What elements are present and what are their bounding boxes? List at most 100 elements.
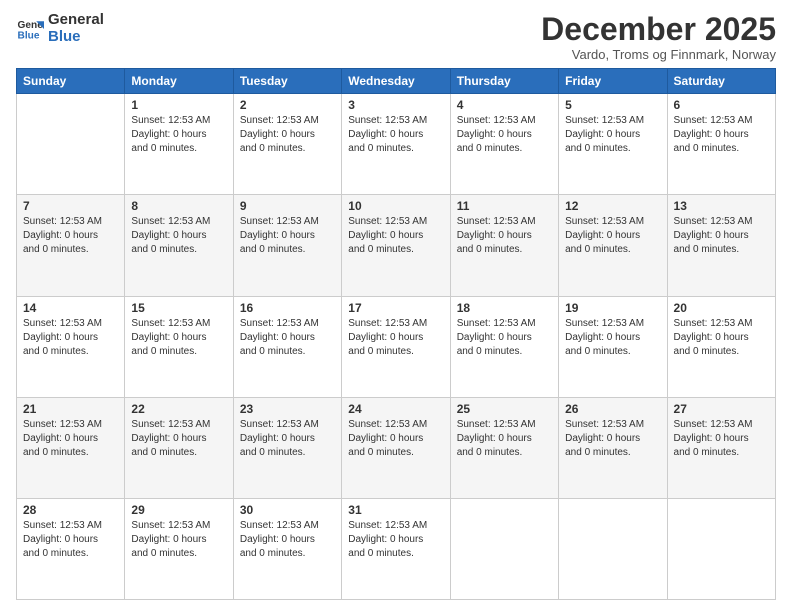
calendar-cell: 19 Sunset: 12:53 AM Daylight: 0 hours and… <box>559 296 667 397</box>
calendar-cell: 7 Sunset: 12:53 AM Daylight: 0 hours and … <box>17 195 125 296</box>
day-info: Sunset: 12:53 AM Daylight: 0 hours and 0… <box>240 317 335 359</box>
calendar-cell <box>667 498 775 599</box>
col-monday: Monday <box>125 69 233 94</box>
day-info: Sunset: 12:53 AM Daylight: 0 hours and 0… <box>23 317 118 359</box>
calendar-cell: 9 Sunset: 12:53 AM Daylight: 0 hours and … <box>233 195 341 296</box>
day-number: 11 <box>457 199 552 213</box>
calendar-table: Sunday Monday Tuesday Wednesday Thursday… <box>16 68 776 600</box>
calendar-cell: 21 Sunset: 12:53 AM Daylight: 0 hours and… <box>17 397 125 498</box>
calendar-cell: 25Sunset: 12:53 AM Daylight: 0 hours and… <box>450 397 558 498</box>
calendar-cell: 18 Sunset: 12:53 AM Daylight: 0 hours and… <box>450 296 558 397</box>
col-thursday: Thursday <box>450 69 558 94</box>
calendar-week-1: 1Sunset: 12:53 AM Daylight: 0 hours and … <box>17 94 776 195</box>
day-number: 19 <box>565 301 660 315</box>
calendar-cell: 27Sunset: 12:53 AM Daylight: 0 hours and… <box>667 397 775 498</box>
calendar-cell: 6Sunset: 12:53 AM Daylight: 0 hours and … <box>667 94 775 195</box>
day-number: 16 <box>240 301 335 315</box>
logo-line2: Blue <box>48 29 104 46</box>
day-info: Sunset: 12:53 AM Daylight: 0 hours and 0… <box>565 317 660 359</box>
day-info: Sunset: 12:53 AM Daylight: 0 hours and 0… <box>457 317 552 359</box>
day-info: Sunset: 12:53 AM Daylight: 0 hours and 0… <box>131 317 226 359</box>
calendar-cell: 10 Sunset: 12:53 AM Daylight: 0 hours and… <box>342 195 450 296</box>
day-number: 4 <box>457 98 552 112</box>
day-info: Sunset: 12:53 AM Daylight: 0 hours and 0… <box>240 418 335 460</box>
page: General Blue General Blue December 2025 … <box>0 0 792 612</box>
day-info: Sunset: 12:53 AM Daylight: 0 hours and 0… <box>565 215 660 257</box>
calendar-cell: 24Sunset: 12:53 AM Daylight: 0 hours and… <box>342 397 450 498</box>
day-info: Sunset: 12:53 AM Daylight: 0 hours and 0… <box>457 418 552 460</box>
calendar-week-5: 28 Sunset: 12:53 AM Daylight: 0 hours and… <box>17 498 776 599</box>
day-info: Sunset: 12:53 AM Daylight: 0 hours and 0… <box>23 418 118 460</box>
day-info: Sunset: 12:53 AM Daylight: 0 hours and 0… <box>348 317 443 359</box>
calendar-week-3: 14 Sunset: 12:53 AM Daylight: 0 hours and… <box>17 296 776 397</box>
logo-line1: General <box>48 12 104 29</box>
calendar-cell: 3 Sunset: 12:53 AM Daylight: 0 hours and … <box>342 94 450 195</box>
day-info: Sunset: 12:53 AM Daylight: 0 hours and 0… <box>131 519 226 561</box>
calendar-cell: 15 Sunset: 12:53 AM Daylight: 0 hours and… <box>125 296 233 397</box>
day-number: 24 <box>348 402 443 416</box>
calendar-cell: 13Sunset: 12:53 AM Daylight: 0 hours and… <box>667 195 775 296</box>
calendar-cell: 14 Sunset: 12:53 AM Daylight: 0 hours and… <box>17 296 125 397</box>
calendar-cell: 2Sunset: 12:53 AM Daylight: 0 hours and … <box>233 94 341 195</box>
calendar-cell <box>450 498 558 599</box>
calendar-cell: 22 Sunset: 12:53 AM Daylight: 0 hours and… <box>125 397 233 498</box>
col-friday: Friday <box>559 69 667 94</box>
calendar-cell: 5 Sunset: 12:53 AM Daylight: 0 hours and … <box>559 94 667 195</box>
calendar-cell: 29Sunset: 12:53 AM Daylight: 0 hours and… <box>125 498 233 599</box>
day-number: 31 <box>348 503 443 517</box>
calendar-cell: 8Sunset: 12:53 AM Daylight: 0 hours and … <box>125 195 233 296</box>
col-wednesday: Wednesday <box>342 69 450 94</box>
col-sunday: Sunday <box>17 69 125 94</box>
day-number: 9 <box>240 199 335 213</box>
header: General Blue General Blue December 2025 … <box>16 12 776 62</box>
calendar-cell: 12 Sunset: 12:53 AM Daylight: 0 hours and… <box>559 195 667 296</box>
day-info: Sunset: 12:53 AM Daylight: 0 hours and 0… <box>240 519 335 561</box>
col-tuesday: Tuesday <box>233 69 341 94</box>
day-number: 7 <box>23 199 118 213</box>
day-info: Sunset: 12:53 AM Daylight: 0 hours and 0… <box>674 215 769 257</box>
logo: General Blue General Blue <box>16 12 104 45</box>
calendar-cell: 26Sunset: 12:53 AM Daylight: 0 hours and… <box>559 397 667 498</box>
day-info: Sunset: 12:53 AM Daylight: 0 hours and 0… <box>348 215 443 257</box>
day-number: 10 <box>348 199 443 213</box>
title-block: December 2025 Vardo, Troms og Finnmark, … <box>541 12 776 62</box>
day-number: 21 <box>23 402 118 416</box>
calendar-cell: 17 Sunset: 12:53 AM Daylight: 0 hours and… <box>342 296 450 397</box>
day-info: Sunset: 12:53 AM Daylight: 0 hours and 0… <box>674 418 769 460</box>
calendar-header-row: Sunday Monday Tuesday Wednesday Thursday… <box>17 69 776 94</box>
calendar-cell <box>559 498 667 599</box>
day-number: 14 <box>23 301 118 315</box>
day-number: 28 <box>23 503 118 517</box>
calendar-cell: 30 Sunset: 12:53 AM Daylight: 0 hours and… <box>233 498 341 599</box>
day-number: 26 <box>565 402 660 416</box>
day-number: 20 <box>674 301 769 315</box>
calendar-cell: 1Sunset: 12:53 AM Daylight: 0 hours and … <box>125 94 233 195</box>
day-number: 3 <box>348 98 443 112</box>
svg-text:Blue: Blue <box>18 30 40 41</box>
day-number: 17 <box>348 301 443 315</box>
day-number: 6 <box>674 98 769 112</box>
day-info: Sunset: 12:53 AM Daylight: 0 hours and 0… <box>240 114 335 156</box>
day-info: Sunset: 12:53 AM Daylight: 0 hours and 0… <box>131 418 226 460</box>
calendar-week-2: 7 Sunset: 12:53 AM Daylight: 0 hours and … <box>17 195 776 296</box>
location-subtitle: Vardo, Troms og Finnmark, Norway <box>541 47 776 62</box>
day-number: 8 <box>131 199 226 213</box>
calendar-cell: 23Sunset: 12:53 AM Daylight: 0 hours and… <box>233 397 341 498</box>
calendar-week-4: 21 Sunset: 12:53 AM Daylight: 0 hours and… <box>17 397 776 498</box>
col-saturday: Saturday <box>667 69 775 94</box>
day-number: 22 <box>131 402 226 416</box>
day-info: Sunset: 12:53 AM Daylight: 0 hours and 0… <box>457 114 552 156</box>
day-info: Sunset: 12:53 AM Daylight: 0 hours and 0… <box>23 215 118 257</box>
calendar-cell: 20Sunset: 12:53 AM Daylight: 0 hours and… <box>667 296 775 397</box>
day-number: 30 <box>240 503 335 517</box>
day-info: Sunset: 12:53 AM Daylight: 0 hours and 0… <box>23 519 118 561</box>
calendar-cell: 31Sunset: 12:53 AM Daylight: 0 hours and… <box>342 498 450 599</box>
day-info: Sunset: 12:53 AM Daylight: 0 hours and 0… <box>348 114 443 156</box>
calendar-cell: 4 Sunset: 12:53 AM Daylight: 0 hours and … <box>450 94 558 195</box>
day-number: 12 <box>565 199 660 213</box>
day-number: 15 <box>131 301 226 315</box>
day-number: 18 <box>457 301 552 315</box>
day-number: 5 <box>565 98 660 112</box>
day-info: Sunset: 12:53 AM Daylight: 0 hours and 0… <box>240 215 335 257</box>
day-info: Sunset: 12:53 AM Daylight: 0 hours and 0… <box>565 114 660 156</box>
